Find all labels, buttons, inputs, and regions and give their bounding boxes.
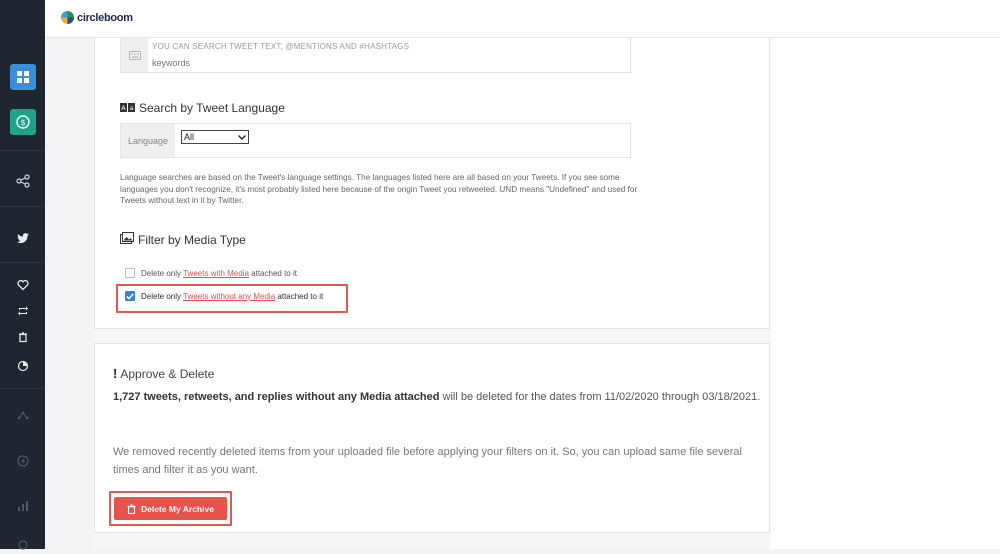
keyboard-icon	[121, 38, 148, 72]
sidebar-divider	[0, 262, 45, 263]
option-prefix: Delete only	[141, 268, 182, 278]
dollar-icon[interactable]: $	[10, 109, 36, 135]
tweet-count: 1,727	[113, 391, 141, 403]
twitter-icon[interactable]	[10, 225, 36, 251]
trash-icon[interactable]	[14, 328, 32, 346]
content-gutter	[45, 38, 93, 549]
language-title-text: Search by Tweet Language	[139, 101, 285, 115]
checkbox-checked-icon[interactable]	[125, 291, 135, 301]
retweet-icon[interactable]	[14, 302, 32, 320]
top-bar: circleboom	[45, 0, 1000, 38]
sidebar-divider	[0, 206, 45, 207]
summary-rest: will be deleted for the dates from 11/02…	[442, 391, 761, 403]
share-icon[interactable]	[10, 168, 36, 194]
approve-title-text: Approve & Delete	[120, 366, 215, 381]
chart-icon[interactable]	[10, 493, 36, 519]
option-suffix: attached to it	[277, 291, 324, 301]
right-panel	[771, 38, 1000, 549]
delete-button-highlight: Delete My Archive	[109, 491, 232, 526]
sidebar-divider	[0, 150, 45, 151]
checkbox-unchecked[interactable]	[125, 268, 135, 278]
language-note: Language searches are based on the Tweet…	[120, 173, 638, 205]
svg-text:a: a	[130, 104, 134, 112]
exclamation-icon: !	[113, 366, 118, 381]
sidebar-top	[0, 0, 45, 38]
settings-icon[interactable]	[14, 536, 32, 554]
logo-mark-icon	[61, 11, 74, 24]
removed-note: We removed recently deleted items from y…	[113, 446, 742, 476]
option-prefix: Delete only	[141, 291, 182, 301]
keywords-field: YOU CAN SEARCH TWEET TEXT, @MENTIONS AND…	[120, 38, 631, 73]
summary-bold: tweets, retweets, and replies without an…	[143, 391, 440, 403]
language-field: Language All	[120, 123, 631, 158]
circle-icon[interactable]	[10, 448, 36, 474]
delete-archive-button[interactable]: Delete My Archive	[114, 497, 227, 520]
svg-text:A: A	[121, 104, 126, 112]
brand-logo[interactable]: circleboom	[61, 11, 133, 24]
pie-icon[interactable]	[14, 357, 32, 375]
language-icon: Aa	[120, 101, 135, 115]
image-icon	[120, 232, 134, 247]
media-option-with[interactable]: Delete only Tweets with Media attached t…	[125, 268, 297, 278]
keywords-hint: YOU CAN SEARCH TWEET TEXT, @MENTIONS AND…	[152, 42, 410, 51]
keywords-input[interactable]	[152, 56, 452, 70]
option-text: Delete only Tweets with Media attached t…	[141, 269, 297, 278]
language-label: Language	[121, 124, 175, 157]
media-title-text: Filter by Media Type	[138, 232, 246, 247]
option-text: Delete only Tweets without any Media att…	[141, 292, 323, 301]
dashboard-icon[interactable]	[10, 64, 36, 90]
sidebar-divider	[0, 388, 45, 389]
language-selected: All	[184, 132, 195, 142]
language-select[interactable]: All	[181, 130, 249, 144]
approve-title: ! Approve & Delete	[113, 366, 214, 381]
brand-name: circleboom	[77, 11, 133, 24]
option-suffix: attached to it	[251, 268, 297, 278]
trash-icon	[127, 504, 136, 514]
media-option-without[interactable]: Delete only Tweets without any Media att…	[125, 291, 323, 301]
chevron-down-icon	[238, 132, 246, 142]
svg-text:$: $	[20, 118, 25, 127]
tweets-without-media-link[interactable]: Tweets without any Media	[183, 292, 275, 301]
sidebar: $	[0, 0, 45, 550]
tweets-with-media-link[interactable]: Tweets with Media	[183, 269, 249, 278]
delete-button-label: Delete My Archive	[141, 503, 214, 514]
language-section-title: Aa Search by Tweet Language	[120, 101, 285, 115]
media-section-title: Filter by Media Type	[120, 232, 246, 247]
heart-icon[interactable]	[14, 276, 32, 294]
deletion-summary: 1,727 tweets, retweets, and replies with…	[113, 388, 763, 406]
network-icon[interactable]	[10, 402, 36, 428]
